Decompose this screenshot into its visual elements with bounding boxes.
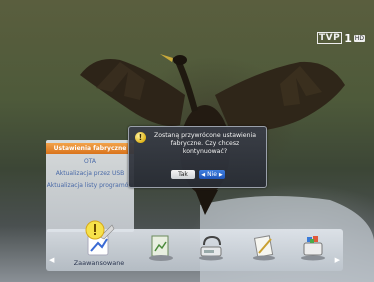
tools-icon[interactable] — [249, 233, 279, 261]
menu-item-usb-update[interactable]: Aktualizacja przez USB — [46, 168, 134, 179]
channel-logo-number: 1 — [344, 31, 352, 45]
menu-item-ota[interactable]: OTA — [46, 156, 134, 167]
channel-logo-badge: HD — [353, 34, 365, 42]
arrow-right-icon: ▶ — [218, 172, 223, 178]
advanced-settings-icon[interactable] — [84, 217, 116, 257]
no-button-label: Nie — [207, 171, 217, 178]
warning-icon: ! — [135, 132, 146, 143]
yes-button[interactable]: Tak — [171, 170, 195, 179]
selected-category-label: Zaawansowane — [73, 259, 125, 267]
channel-logo-text: TVP — [317, 32, 343, 44]
system-icon[interactable] — [298, 233, 328, 261]
dialog-message: Zostaną przywrócone ustawienia fabryczne… — [153, 132, 257, 155]
settings-category-bar: ◀ Zaawansowane ▶ — [46, 220, 343, 271]
arrow-right-icon[interactable]: ▶ — [335, 256, 340, 264]
menu-item-channel-list-update[interactable]: Aktualizacja listy programów — [46, 180, 134, 191]
no-button[interactable]: ◀ Nie ▶ — [199, 170, 225, 179]
channel-logo: TVP 1 HD — [317, 31, 365, 45]
network-settings-icon[interactable] — [196, 233, 226, 261]
picture-settings-icon[interactable] — [146, 233, 176, 261]
confirm-dialog: ! Zostaną przywrócone ustawienia fabrycz… — [128, 126, 267, 188]
arrow-left-icon[interactable]: ◀ — [49, 256, 54, 264]
menu-item-factory-reset[interactable]: Ustawienia fabryczne — [46, 143, 134, 154]
arrow-left-icon: ◀ — [201, 172, 206, 178]
tv-screen: TVP 1 HD Ustawienia fabryczne OTA Aktual… — [0, 0, 374, 282]
